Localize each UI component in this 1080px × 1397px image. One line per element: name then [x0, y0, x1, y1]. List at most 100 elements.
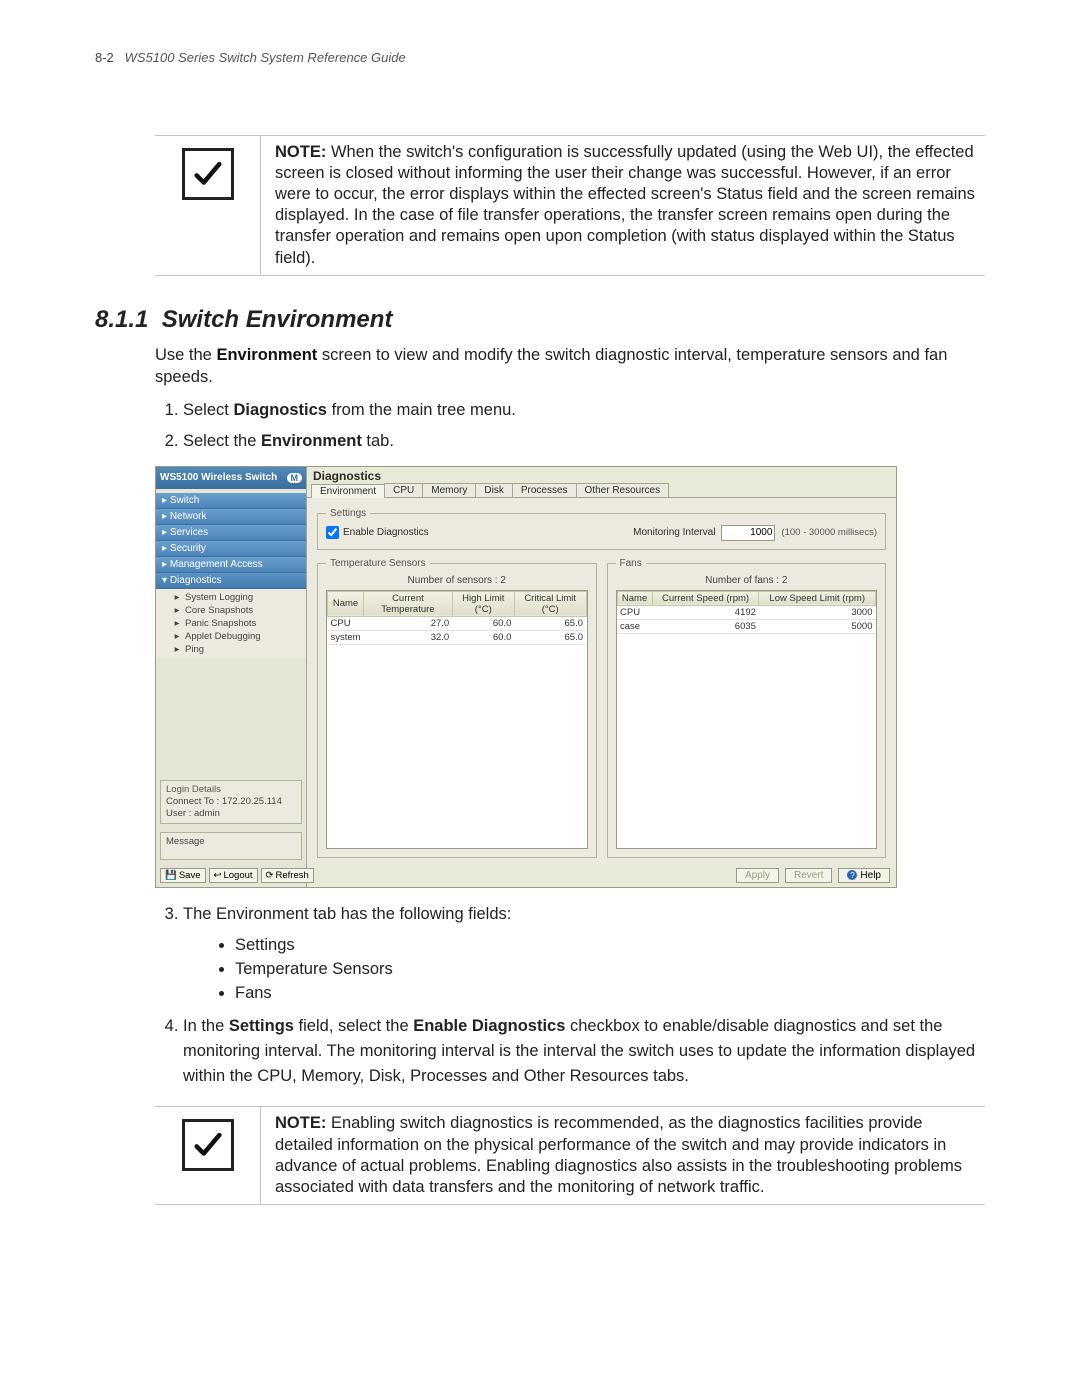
tab-other-resources[interactable]: Other Resources: [576, 483, 670, 497]
user-value: admin: [194, 808, 220, 819]
nav-item-network[interactable]: Network: [156, 509, 306, 525]
note-icon-cell: [155, 1107, 260, 1203]
section-heading: 8.1.1 Switch Environment: [95, 306, 985, 334]
nav-item-security[interactable]: Security: [156, 541, 306, 557]
steps-list-2: The Environment tab has the following fi…: [155, 902, 985, 927]
note-icon-cell: [155, 136, 260, 275]
col-current-temp[interactable]: Current Temperature: [364, 591, 453, 616]
step-2: Select the Environment tab.: [183, 429, 985, 454]
message-label: Message: [166, 836, 205, 847]
note-body: When the switch's configuration is succe…: [275, 143, 975, 267]
note-block: NOTE: Enabling switch diagnostics is rec…: [155, 1106, 985, 1204]
steps-list-1: Select Diagnostics from the main tree me…: [155, 398, 985, 454]
fan-count-row: Number of fans : 2: [616, 575, 878, 586]
enable-diagnostics-label[interactable]: Enable Diagnostics: [326, 526, 429, 539]
temperature-table: Name Current Temperature High Limit (°C)…: [326, 590, 588, 849]
nav-item-diagnostics[interactable]: Diagnostics: [156, 573, 306, 589]
nav-leaf-applet-debugging[interactable]: ▸Applet Debugging: [170, 630, 304, 643]
brand-badge-icon: M: [287, 473, 303, 483]
nav-item-switch[interactable]: Switch: [156, 493, 306, 509]
temperature-legend: Temperature Sensors: [326, 558, 430, 569]
refresh-icon: ⟳: [266, 870, 274, 881]
footer-buttons: Apply Revert ?Help: [307, 864, 896, 887]
page-number: 8-2: [95, 50, 114, 65]
note-text: NOTE: When the switch's configuration is…: [260, 136, 985, 275]
settings-legend: Settings: [326, 508, 370, 519]
login-legend: Login Details: [166, 784, 296, 795]
col-current-speed[interactable]: Current Speed (rpm): [652, 591, 759, 605]
steps-list-3: In the Settings field, select the Enable…: [155, 1014, 985, 1088]
sidebar-header: WS5100 Wireless Switch M: [156, 467, 306, 489]
note-label: NOTE:: [275, 143, 326, 161]
step-3: The Environment tab has the following fi…: [183, 902, 985, 927]
checkmark-icon: [182, 148, 234, 200]
nav-list: Switch Network Services Security Managem…: [156, 489, 306, 662]
settings-fieldset: Settings Enable Diagnostics Monitoring I…: [317, 508, 886, 550]
fans-table: Name Current Speed (rpm) Low Speed Limit…: [616, 590, 878, 849]
note-block: NOTE: When the switch's configuration is…: [155, 135, 985, 276]
app-screenshot: WS5100 Wireless Switch M Switch Network …: [155, 466, 897, 888]
nav-item-management-access[interactable]: Management Access: [156, 557, 306, 573]
bullet-temperature: Temperature Sensors: [235, 958, 985, 982]
tab-strip: Environment CPU Memory Disk Processes Ot…: [307, 483, 896, 498]
nav-leaf-core-snapshots[interactable]: ▸Core Snapshots: [170, 604, 304, 617]
table-row[interactable]: case 6035 5000: [617, 619, 876, 633]
revert-button[interactable]: Revert: [785, 868, 832, 883]
fields-bullets: Settings Temperature Sensors Fans: [205, 934, 985, 1006]
tab-processes[interactable]: Processes: [512, 483, 577, 497]
refresh-button[interactable]: ⟳Refresh: [261, 868, 314, 883]
sensor-count-row: Number of sensors : 2: [326, 575, 588, 586]
help-icon: ?: [847, 870, 857, 880]
nav-item-services[interactable]: Services: [156, 525, 306, 541]
tab-environment[interactable]: Environment: [311, 484, 385, 498]
step-4: In the Settings field, select the Enable…: [183, 1014, 985, 1088]
enable-diagnostics-checkbox[interactable]: [326, 526, 339, 539]
fans-legend: Fans: [616, 558, 646, 569]
monitoring-interval-hint: (100 - 30000 millisecs): [781, 527, 877, 538]
sidebar-buttons: 💾Save ↩Logout ⟳Refresh: [156, 864, 306, 887]
apply-button[interactable]: Apply: [736, 868, 779, 883]
ping-icon: ▸: [172, 644, 182, 655]
page-icon: ▸: [172, 592, 182, 603]
col-name[interactable]: Name: [617, 591, 652, 605]
checkmark-icon: [182, 1119, 234, 1171]
table-row[interactable]: CPU 27.0 60.0 65.0: [328, 616, 587, 630]
col-critical-limit[interactable]: Critical Limit (°C): [514, 591, 586, 616]
col-low-speed-limit[interactable]: Low Speed Limit (rpm): [759, 591, 876, 605]
bullet-settings: Settings: [235, 934, 985, 958]
col-name[interactable]: Name: [328, 591, 364, 616]
nav-leaf-panic-snapshots[interactable]: ▸Panic Snapshots: [170, 617, 304, 630]
table-row[interactable]: system 32.0 60.0 65.0: [328, 630, 587, 644]
sidebar: WS5100 Wireless Switch M Switch Network …: [156, 467, 307, 887]
main-panel: Diagnostics Environment CPU Memory Disk …: [307, 467, 896, 887]
monitoring-interval-input[interactable]: [721, 525, 775, 541]
page-icon: ▸: [172, 618, 182, 629]
tab-disk[interactable]: Disk: [475, 483, 512, 497]
fans-fieldset: Fans Number of fans : 2 Name Current Spe…: [607, 558, 887, 858]
message-box: Message: [160, 832, 302, 860]
bullet-fans: Fans: [235, 982, 985, 1006]
temperature-fieldset: Temperature Sensors Number of sensors : …: [317, 558, 597, 858]
doc-title: WS5100 Series Switch System Reference Gu…: [125, 50, 406, 65]
help-button[interactable]: ?Help: [838, 868, 890, 883]
step-1: Select Diagnostics from the main tree me…: [183, 398, 985, 423]
tab-cpu[interactable]: CPU: [384, 483, 423, 497]
connect-to-value: 172.20.25.114: [222, 796, 282, 807]
page-icon: ▸: [172, 605, 182, 616]
disk-icon: 💾: [165, 870, 177, 881]
bug-icon: ▸: [172, 631, 182, 642]
table-row[interactable]: CPU 4192 3000: [617, 605, 876, 619]
tab-memory[interactable]: Memory: [422, 483, 476, 497]
logout-button[interactable]: ↩Logout: [209, 868, 258, 883]
col-high-limit[interactable]: High Limit (°C): [452, 591, 514, 616]
running-head: 8-2 WS5100 Series Switch System Referenc…: [95, 50, 985, 65]
note-label: NOTE:: [275, 1114, 326, 1132]
note-body: Enabling switch diagnostics is recommend…: [275, 1114, 962, 1195]
login-details-box: Login Details Connect To : 172.20.25.114…: [160, 780, 302, 824]
main-title: Diagnostics: [307, 467, 896, 483]
save-button[interactable]: 💾Save: [160, 868, 206, 883]
monitoring-interval-label: Monitoring Interval: [633, 527, 715, 538]
nav-leaf-system-logging[interactable]: ▸System Logging: [170, 591, 304, 604]
brand-label: WS5100 Wireless Switch: [160, 472, 277, 483]
nav-leaf-ping[interactable]: ▸Ping: [170, 643, 304, 656]
